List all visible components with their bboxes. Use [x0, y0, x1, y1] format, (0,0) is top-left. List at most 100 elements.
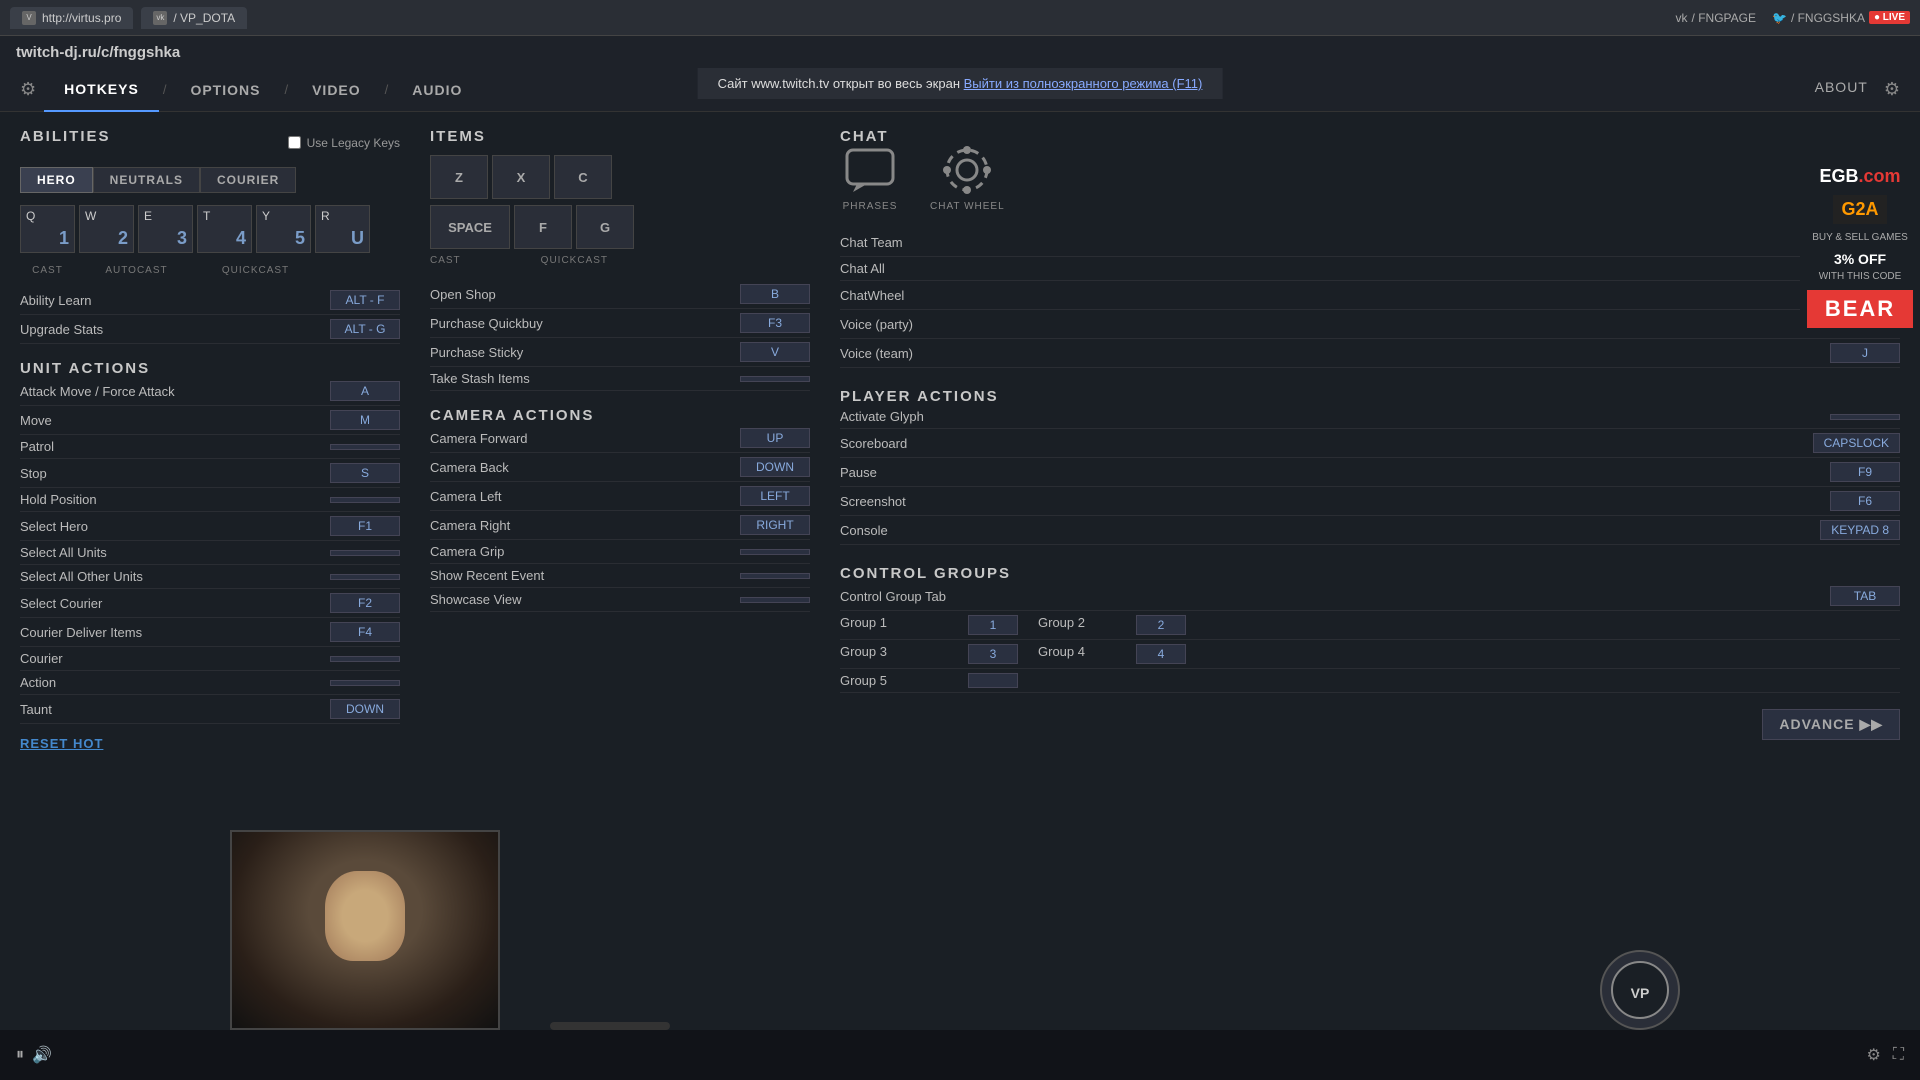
ability-slot-3[interactable]: E 3 [138, 205, 193, 253]
scoreboard-key[interactable]: CAPSLOCK [1813, 433, 1900, 453]
group-4-key[interactable]: 4 [1136, 644, 1186, 664]
advance-button[interactable]: ADVANCE ▶▶ [1762, 709, 1900, 740]
activate-glyph-key[interactable] [1830, 414, 1900, 420]
ability-slot-2[interactable]: W 2 [79, 205, 134, 253]
open-shop-key[interactable]: B [740, 284, 810, 304]
ability-slots: Q 1 W 2 E 3 T 4 [20, 205, 400, 253]
item-slot-c[interactable]: C [554, 155, 612, 199]
nav-options[interactable]: OPTIONS [170, 68, 280, 112]
hold-position-key[interactable] [330, 497, 400, 503]
item-cast-label: CAST [430, 255, 461, 266]
chat-wheel-icon [937, 145, 997, 195]
nav-hotkeys[interactable]: HOTKEYS [44, 68, 159, 112]
select-all-units-key[interactable] [330, 550, 400, 556]
camera-grip-key[interactable] [740, 549, 810, 555]
legacy-keys-text: Use Legacy Keys [307, 136, 400, 150]
item-slot-g[interactable]: G [576, 205, 634, 249]
tab-courier[interactable]: COURIER [200, 167, 296, 193]
slot-key-t: T [203, 209, 210, 223]
fullscreen-icon[interactable]: ⛶ [1893, 1046, 1904, 1064]
item-slots-row1: Z X C [430, 155, 810, 199]
item-slot-x[interactable]: X [492, 155, 550, 199]
browser-tab-virtus[interactable]: V http://virtus.pro [10, 7, 133, 29]
item-slot-space[interactable]: SPACE [430, 205, 510, 249]
hero-tabs: HERO NEUTRALS COURIER [20, 167, 400, 193]
ability-slot-1[interactable]: Q 1 [20, 205, 75, 253]
action-key[interactable] [330, 680, 400, 686]
chat-section: CHAT PHRASES [840, 128, 1900, 368]
fullscreen-exit-link[interactable]: Выйти из полноэкранного режима (F11) [964, 76, 1203, 91]
attack-move-key[interactable]: A [330, 381, 400, 401]
scoreboard-label: Scoreboard [840, 436, 1813, 451]
nav-settings-icon[interactable]: ⚙ [1884, 79, 1900, 100]
patrol-key[interactable] [330, 444, 400, 450]
upgrade-stats-key[interactable]: ALT - G [330, 319, 400, 339]
scoreboard-row: Scoreboard CAPSLOCK [840, 429, 1900, 458]
item-slot-z[interactable]: Z [430, 155, 488, 199]
scrollbar[interactable] [550, 1022, 670, 1030]
volume-button[interactable]: 🔊 [32, 1045, 52, 1065]
tab-fngpage[interactable]: vk / FNGPAGE [1676, 11, 1756, 25]
code-label: WITH THIS CODE [1819, 271, 1902, 282]
tab-fnggshka[interactable]: 🐦 / FNGGSHKA ● LIVE [1772, 11, 1910, 25]
play-pause-button[interactable]: ⏸ [16, 1046, 24, 1064]
nav-video[interactable]: VIDEO [292, 68, 381, 112]
select-all-other-row: Select All Other Units [20, 565, 400, 589]
voice-team-key[interactable]: J [1830, 343, 1900, 363]
move-key[interactable]: M [330, 410, 400, 430]
console-key[interactable]: KEYPAD 8 [1820, 520, 1900, 540]
slot-key-w: W [85, 209, 96, 223]
group-2-key[interactable]: 2 [1136, 615, 1186, 635]
purchase-sticky-key[interactable]: V [740, 342, 810, 362]
ability-learn-key[interactable]: ALT - F [330, 290, 400, 310]
tab-neutrals[interactable]: NEUTRALS [93, 167, 200, 193]
take-stash-key[interactable] [740, 376, 810, 382]
tab-hero[interactable]: HERO [20, 167, 93, 193]
screenshot-row: Screenshot F6 [840, 487, 1900, 516]
item-slot-f[interactable]: F [514, 205, 572, 249]
camera-back-key[interactable]: DOWN [740, 457, 810, 477]
attack-move-row: Attack Move / Force Attack A [20, 377, 400, 406]
camera-right-key[interactable]: RIGHT [740, 515, 810, 535]
group-5-label: Group 5 [840, 673, 960, 688]
g2a-logo: G2A [1833, 195, 1886, 224]
reset-hotkeys-button[interactable]: RESET HOT [20, 736, 400, 751]
taunt-key[interactable]: DOWN [330, 699, 400, 719]
activate-glyph-label: Activate Glyph [840, 409, 1830, 424]
showcase-view-key[interactable] [740, 597, 810, 603]
control-group-tab-key[interactable]: TAB [1830, 586, 1900, 606]
courier-deliver-key[interactable]: F4 [330, 622, 400, 642]
pause-key[interactable]: F9 [1830, 462, 1900, 482]
nav-about[interactable]: ABOUT [1815, 79, 1868, 100]
pause-label: Pause [840, 465, 1830, 480]
group-1-key[interactable]: 1 [968, 615, 1018, 635]
camera-forward-key[interactable]: UP [740, 428, 810, 448]
select-all-other-key[interactable] [330, 574, 400, 580]
legacy-keys-checkbox[interactable] [288, 136, 301, 149]
ability-slot-6[interactable]: R U [315, 205, 370, 253]
legacy-keys-label[interactable]: Use Legacy Keys [288, 136, 400, 150]
ability-slot-4[interactable]: T 4 [197, 205, 252, 253]
select-courier-key[interactable]: F2 [330, 593, 400, 613]
courier-key[interactable] [330, 656, 400, 662]
ability-slot-5[interactable]: Y 5 [256, 205, 311, 253]
browser-tab-vpdota[interactable]: vk / VP_DOTA [141, 7, 247, 29]
stop-key[interactable]: S [330, 463, 400, 483]
group-2-label: Group 2 [1038, 615, 1128, 635]
slot-key-y: Y [262, 209, 270, 223]
group-3-label: Group 3 [840, 644, 960, 664]
purchase-quickbuy-key[interactable]: F3 [740, 313, 810, 333]
nav-audio[interactable]: AUDIO [392, 68, 482, 112]
screenshot-key[interactable]: F6 [1830, 491, 1900, 511]
show-recent-key[interactable] [740, 573, 810, 579]
ability-learn-row: Ability Learn ALT - F [20, 286, 400, 315]
take-stash-label: Take Stash Items [430, 371, 740, 386]
bottom-settings-icon[interactable]: ⚙ [1866, 1045, 1880, 1065]
group-5-key[interactable] [968, 673, 1018, 688]
select-hero-key[interactable]: F1 [330, 516, 400, 536]
chat-all-row: Chat All [840, 257, 1900, 281]
camera-left-key[interactable]: LEFT [740, 486, 810, 506]
gear-icon[interactable]: ⚙ [20, 79, 36, 100]
unit-actions-section: UNIT ACTIONS Attack Move / Force Attack … [20, 360, 400, 724]
group-3-key[interactable]: 3 [968, 644, 1018, 664]
